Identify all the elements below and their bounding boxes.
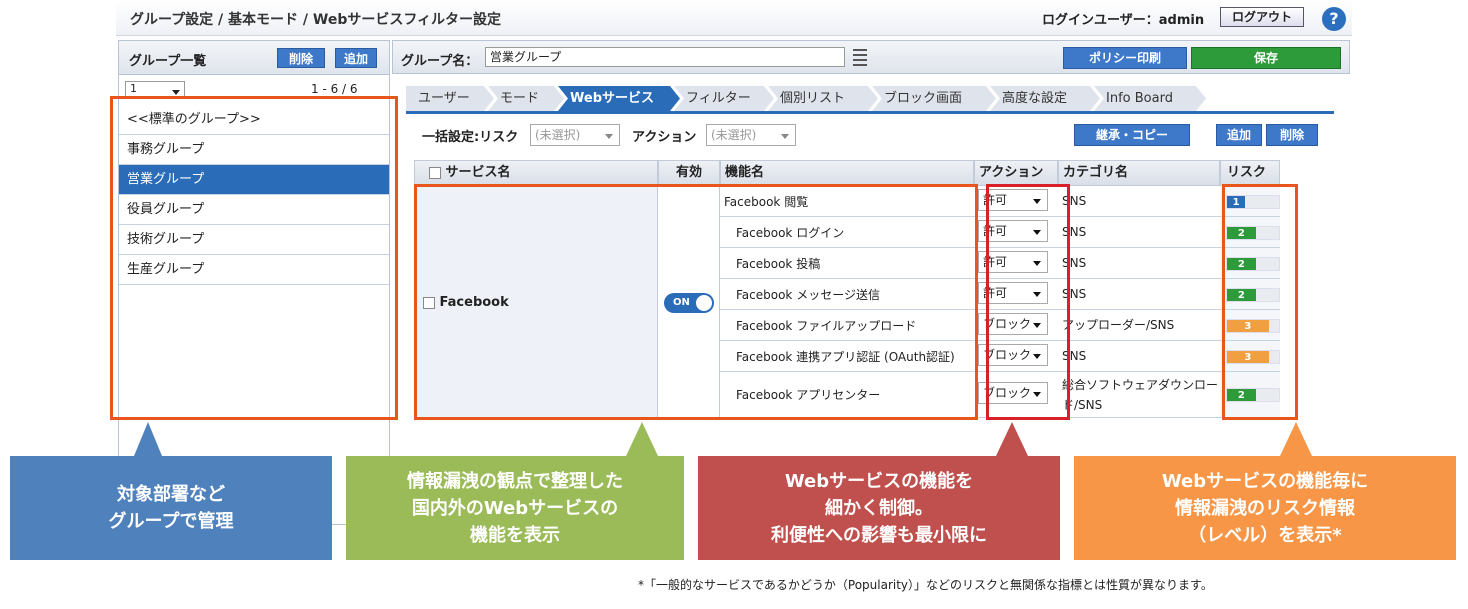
policy-print-button[interactable]: ポリシー印刷 (1063, 47, 1187, 69)
logout-button[interactable]: ログアウト (1220, 7, 1304, 27)
footnote: *「一般的なサービスであるかどうか（Popularity）」などのリスクと無関係… (638, 578, 1213, 592)
row-delete-button[interactable]: 削除 (1266, 124, 1318, 146)
select-all-checkbox[interactable] (429, 166, 441, 179)
top-bar: グループ設定 / 基本モード / Webサービスフィルター設定 ログインユーザー… (116, 0, 1352, 36)
category-name: SNS (1062, 194, 1087, 208)
chevron-down-icon (605, 134, 613, 139)
tab-item[interactable]: 高度な設定 (990, 86, 1100, 111)
bulk-action-select[interactable]: (未選択) (706, 124, 796, 146)
tab-item[interactable]: モード (488, 86, 564, 111)
breadcrumb: グループ設定 / 基本モード / Webサービスフィルター設定 (130, 12, 502, 28)
green-callout: 情報漏洩の観点で整理した 国内外のWebサービスの 機能を表示 (346, 456, 684, 560)
category-name: SNS (1062, 349, 1087, 363)
tab-item[interactable]: ブロック画面 (872, 86, 996, 111)
row-add-button[interactable]: 追加 (1216, 124, 1262, 146)
chevron-down-icon (781, 134, 789, 139)
group-add-button[interactable]: 追加 (335, 48, 377, 68)
group-panel-title: グループ一覧 (129, 54, 207, 69)
column-action[interactable]: アクション (974, 160, 1058, 186)
tab-item[interactable]: 個別リスト (768, 86, 878, 111)
tab-bar: ユーザー モード Webサービス フィルター 個別リスト ブロック画面 高度な設定 Info … (406, 86, 1334, 114)
tab-item[interactable]: Info Board (1094, 86, 1206, 111)
list-icon[interactable] (853, 49, 867, 67)
category-name: アップローダー/SNS (1062, 318, 1175, 332)
red-callout-pointer (996, 422, 1028, 456)
help-icon[interactable]: ? (1322, 7, 1346, 31)
red-callout-line: Webサービスの機能を (784, 470, 974, 492)
column-service-label: サービス名 (445, 165, 511, 180)
action-label: アクション (632, 130, 697, 145)
red-callout-line: 利便性への影響も最小限に (771, 524, 987, 546)
column-service[interactable]: サービス名 (414, 160, 658, 186)
function-highlight-frame (414, 184, 978, 420)
blue-callout-pointer (134, 422, 162, 456)
orange-callout-line: （レベル）を表示* (1188, 524, 1342, 546)
save-button[interactable]: 保存 (1191, 47, 1341, 69)
category-name: SNS (1062, 287, 1087, 301)
column-function[interactable]: 機能名 (720, 160, 974, 186)
category-name: SNS (1062, 256, 1087, 270)
page-value: 1 (130, 82, 137, 95)
tab-item[interactable]: Webサービス (558, 86, 680, 111)
green-callout-pointer (626, 422, 658, 456)
blue-callout-line: グループで管理 (108, 511, 234, 532)
category-name: SNS (1062, 225, 1087, 239)
inherit-copy-button[interactable]: 継承・コピー (1074, 124, 1190, 146)
tab-item[interactable]: フィルター (674, 86, 774, 111)
orange-callout-pointer (1280, 422, 1312, 456)
orange-callout: Webサービスの機能毎に 情報漏洩のリスク情報 （レベル）を表示* (1074, 456, 1456, 560)
group-name-input[interactable]: 営業グループ (485, 47, 845, 67)
blue-callout: 対象部署など グループで管理 (10, 456, 332, 560)
bulk-risk-value: (未選択) (535, 128, 581, 142)
column-risk[interactable]: リスク (1220, 160, 1280, 186)
green-callout-line: 情報漏洩の観点で整理した (407, 470, 623, 492)
red-callout: Webサービスの機能を 細かく制御。 利便性への影響も最小限に (698, 456, 1060, 560)
green-callout-line: 国内外のWebサービスの (411, 497, 619, 519)
category-name: 総合ソフトウェアダウンロード/SNS (1062, 377, 1219, 412)
bulk-risk-label: 一括設定:リスク (422, 130, 519, 145)
orange-callout-line: Webサービスの機能毎に (1161, 470, 1369, 492)
tab-item[interactable]: ユーザー (406, 86, 494, 111)
orange-callout-line: 情報漏洩のリスク情報 (1175, 497, 1355, 519)
column-category[interactable]: カテゴリ名 (1058, 160, 1220, 186)
blue-callout-line: 対象部署など (117, 484, 225, 505)
action-highlight-frame (986, 184, 1070, 420)
red-callout-line: 細かく制御。 (825, 497, 933, 519)
group-name-bar: グループ名： 営業グループ ポリシー印刷 保存 (392, 40, 1350, 74)
group-name-label: グループ名： (401, 54, 479, 69)
login-user-label: ログインユーザー：admin (1042, 13, 1205, 28)
group-panel-header: グループ一覧 削除 追加 (119, 41, 389, 75)
bulk-action-value: (未選択) (711, 128, 757, 142)
bulk-risk-select[interactable]: (未選択) (530, 124, 620, 146)
risk-highlight-frame (1222, 184, 1298, 420)
group-delete-button[interactable]: 削除 (277, 48, 325, 68)
column-enabled[interactable]: 有効 (658, 160, 720, 186)
page-count: 1 - 6 / 6 (311, 82, 358, 96)
chevron-down-icon (172, 90, 180, 95)
group-highlight-frame (110, 96, 398, 420)
green-callout-line: 機能を表示 (470, 524, 560, 546)
